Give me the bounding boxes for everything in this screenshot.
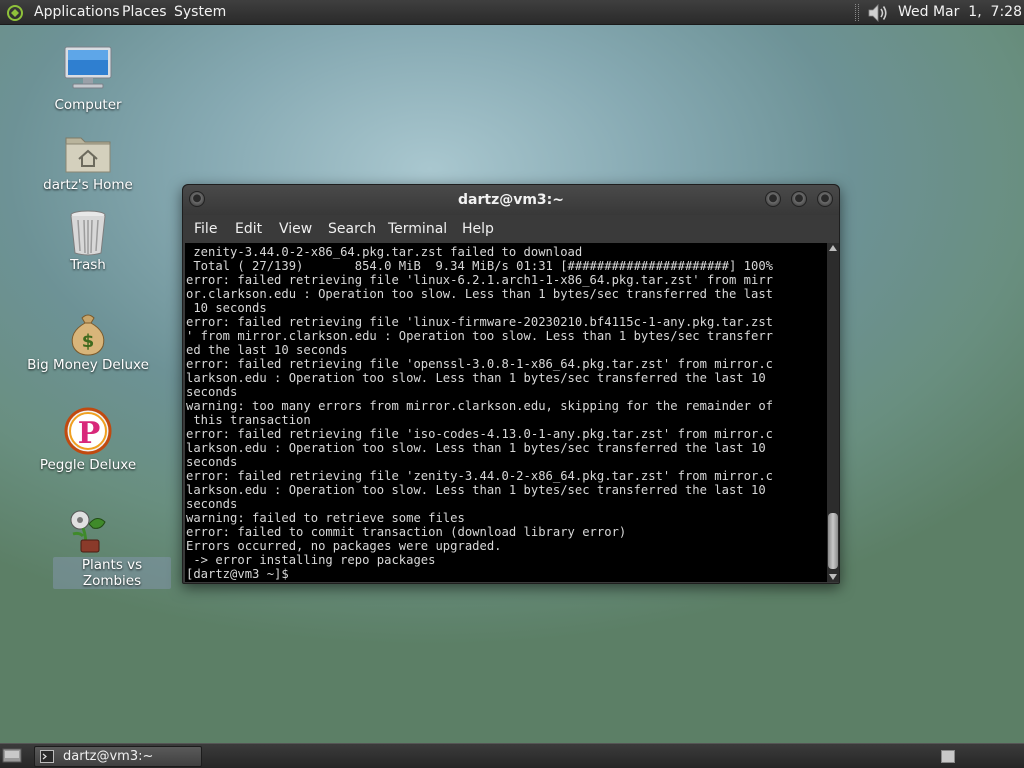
desktop-icon-big-money[interactable]: $ Big Money Deluxe xyxy=(23,306,153,378)
volume-icon[interactable] xyxy=(866,2,890,24)
menu-file[interactable]: File xyxy=(194,221,217,237)
scroll-thumb[interactable] xyxy=(828,513,838,569)
desktop-icon-peggle[interactable]: P Peggle Deluxe xyxy=(23,404,153,476)
desktop-icon-label: Trash xyxy=(70,257,106,273)
desktop-icon-label: Big Money Deluxe xyxy=(27,357,149,373)
menu-help[interactable]: Help xyxy=(462,221,494,237)
terminal-line: zenity-3.44.0-2-x86_64.pkg.tar.zst faile… xyxy=(186,245,583,259)
terminal-line: warning: failed to retrieve some files xyxy=(186,511,465,525)
terminal-icon xyxy=(40,750,54,763)
desktop-icon-label: Peggle Deluxe xyxy=(39,457,137,473)
scroll-down-arrow-icon[interactable] xyxy=(829,574,837,580)
scroll-up-arrow-icon[interactable] xyxy=(829,245,837,251)
places-menu[interactable]: Places xyxy=(122,4,167,20)
maximize-button[interactable] xyxy=(791,191,807,207)
system-menu[interactable]: System xyxy=(174,4,226,20)
terminal-scrollbar[interactable] xyxy=(827,243,839,582)
applications-menu[interactable]: Applications xyxy=(34,4,120,20)
terminal-line: error: failed retrieving file 'linux-fir… xyxy=(186,315,773,329)
peggle-icon: P xyxy=(64,407,112,455)
terminal-line: error: failed retrieving file 'iso-codes… xyxy=(186,427,773,441)
taskbar-button-terminal[interactable]: dartz@vm3:~ xyxy=(34,746,202,767)
desktop-icon-trash[interactable]: Trash xyxy=(23,206,153,278)
terminal-line: error: failed retrieving file 'linux-6.2… xyxy=(186,273,773,287)
window-title: dartz@vm3:~ xyxy=(458,192,564,208)
plants-vs-zombies-icon xyxy=(70,510,106,553)
close-button[interactable] xyxy=(817,191,833,207)
home-folder-icon xyxy=(65,137,111,173)
terminal-line: or.clarkson.edu : Operation too slow. Le… xyxy=(186,287,773,301)
panel-handle xyxy=(855,4,859,21)
terminal-line: seconds xyxy=(186,497,238,511)
desktop-icon-plants-vs-zombies[interactable]: Plants vs Zombies xyxy=(23,504,171,589)
desktop-icon-computer[interactable]: Computer xyxy=(23,44,153,116)
trash-icon xyxy=(70,210,106,256)
money-bag-icon: $ xyxy=(71,314,105,356)
terminal-line: error: failed retrieving file 'openssl-3… xyxy=(186,357,773,371)
terminal-line: ed the last 10 seconds xyxy=(186,343,348,357)
svg-text:P: P xyxy=(78,416,101,451)
terminal-line: warning: too many errors from mirror.cla… xyxy=(186,399,773,413)
bottom-panel: dartz@vm3:~ xyxy=(0,743,1024,768)
terminal-line: 10 seconds xyxy=(186,301,267,315)
terminal-line: this transaction xyxy=(186,413,311,427)
show-desktop-icon[interactable] xyxy=(2,748,22,764)
taskbar-button-label: dartz@vm3:~ xyxy=(63,749,154,764)
workspace-switcher-icon[interactable] xyxy=(941,750,955,763)
desktop-icon-label: Computer xyxy=(54,97,122,113)
terminal-line: larkson.edu : Operation too slow. Less t… xyxy=(186,371,766,385)
menu-terminal[interactable]: Terminal xyxy=(388,221,447,237)
menu-view[interactable]: View xyxy=(279,221,312,237)
terminal-line: error: failed retrieving file 'zenity-3.… xyxy=(186,469,773,483)
terminal-line: seconds xyxy=(186,385,238,399)
menu-search[interactable]: Search xyxy=(328,221,376,237)
terminal-window[interactable]: dartz@vm3:~ File Edit View Search Termin… xyxy=(182,184,840,584)
svg-text:$: $ xyxy=(82,331,95,352)
desktop-icon-label: dartz's Home xyxy=(43,177,133,193)
terminal-line: seconds xyxy=(186,455,238,469)
top-panel: Applications Places System Wed Mar 1, 7:… xyxy=(0,0,1024,25)
clock[interactable]: Wed Mar 1, 7:28 PM xyxy=(898,4,1024,20)
terminal-line: -> error installing repo packages xyxy=(186,553,436,567)
distro-logo-icon[interactable] xyxy=(6,4,24,22)
terminal-line: [dartz@vm3 ~]$ xyxy=(186,567,297,581)
terminal-text[interactable]: zenity-3.44.0-2-x86_64.pkg.tar.zst faile… xyxy=(186,245,773,581)
computer-icon xyxy=(64,46,112,89)
terminal-line: larkson.edu : Operation too slow. Less t… xyxy=(186,441,766,455)
minimize-button[interactable] xyxy=(765,191,781,207)
terminal-output[interactable]: zenity-3.44.0-2-x86_64.pkg.tar.zst faile… xyxy=(185,243,827,582)
desktop-icon-home[interactable]: dartz's Home xyxy=(23,126,153,198)
menu-edit[interactable]: Edit xyxy=(235,221,262,237)
desktop-icon-label: Plants vs Zombies xyxy=(53,557,171,589)
terminal-line: Total ( 27/139) 854.0 MiB 9.34 MiB/s 01:… xyxy=(186,259,773,273)
window-titlebar[interactable]: dartz@vm3:~ xyxy=(183,185,839,215)
terminal-line: Errors occurred, no packages were upgrad… xyxy=(186,539,502,553)
terminal-line: larkson.edu : Operation too slow. Less t… xyxy=(186,483,766,497)
terminal-menubar: File Edit View Search Terminal Help xyxy=(183,215,839,243)
terminal-line: ' from mirror.clarkson.edu : Operation t… xyxy=(186,329,773,343)
terminal-line: error: failed to commit transaction (dow… xyxy=(186,525,627,539)
